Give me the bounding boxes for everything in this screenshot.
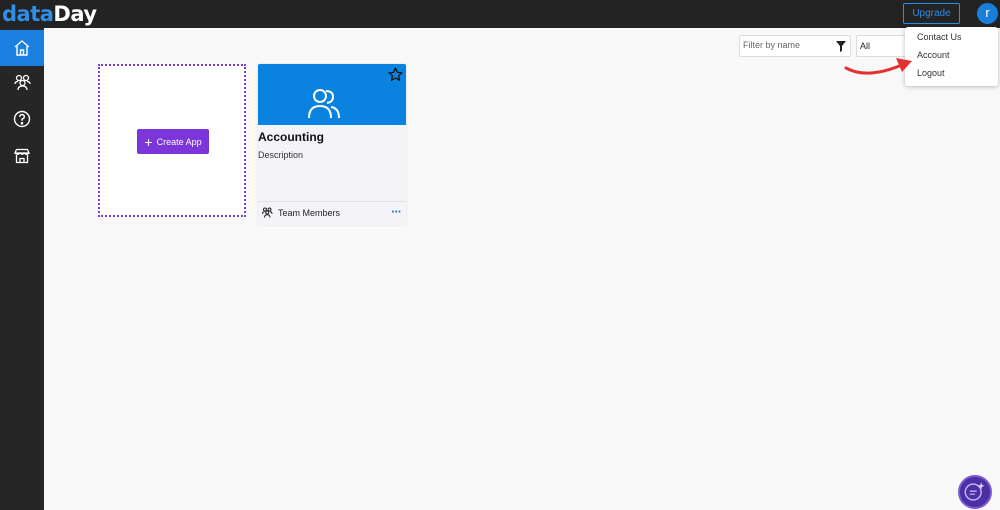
menu-item-contact-us[interactable]: Contact Us (917, 32, 962, 42)
app-title[interactable]: Accounting (258, 130, 324, 144)
more-options-icon[interactable]: ··· (391, 204, 402, 219)
store-icon (14, 148, 30, 164)
sidebar (0, 28, 44, 510)
logo-text-day: Day (53, 2, 97, 26)
assistant-chat-icon (964, 482, 985, 501)
create-app-card[interactable]: + Create App (98, 64, 246, 217)
logo-text-data: data (2, 2, 54, 26)
filter-by-name-input[interactable]: Filter by name (739, 35, 851, 57)
sidebar-item-help[interactable] (0, 101, 44, 137)
user-avatar[interactable]: r (977, 3, 998, 24)
app-card-footer: Team Members ··· (258, 201, 406, 225)
help-icon (13, 110, 31, 128)
sidebar-item-users[interactable] (0, 64, 44, 100)
filter-placeholder: Filter by name (743, 40, 801, 50)
menu-item-logout[interactable]: Logout (917, 68, 945, 78)
menu-item-account[interactable]: Account (917, 50, 950, 60)
app-card-accounting[interactable]: Accounting Description Team Members ··· (258, 64, 406, 225)
favorite-star-icon[interactable] (388, 67, 403, 82)
chat-assistant-button[interactable] (958, 475, 992, 509)
create-app-button[interactable]: + Create App (137, 129, 209, 154)
top-bar: dataDay Upgrade r (0, 0, 1000, 28)
app-banner (258, 64, 406, 125)
plus-icon: + (144, 133, 153, 150)
upgrade-button[interactable]: Upgrade (903, 3, 960, 24)
team-icon (308, 89, 340, 119)
users-icon (14, 74, 31, 91)
app-logo[interactable]: dataDay (2, 1, 97, 27)
create-app-label: Create App (156, 136, 202, 147)
annotation-arrow (844, 58, 912, 75)
app-description: Description (258, 150, 304, 160)
sidebar-item-store[interactable] (0, 138, 44, 174)
team-members-label[interactable]: Team Members (278, 208, 340, 218)
sidebar-item-home[interactable] (0, 30, 44, 66)
team-members-icon (262, 207, 273, 218)
home-icon (14, 40, 30, 56)
